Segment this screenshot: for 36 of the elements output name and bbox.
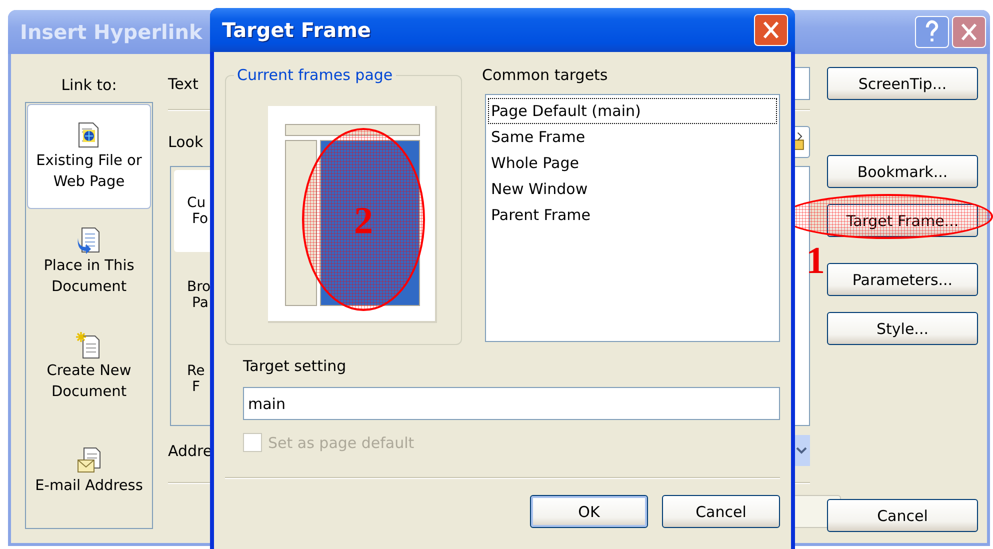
callout-number: 1 <box>806 242 825 280</box>
dialog-button[interactable]: Style... <box>827 312 978 345</box>
link-to-item[interactable]: Place in This Document <box>27 209 151 314</box>
field-label: Target setting <box>243 357 348 375</box>
ok-button[interactable]: OK <box>530 495 648 528</box>
dialog-button[interactable]: Target Frame... <box>827 204 978 237</box>
close-icon[interactable] <box>952 16 986 48</box>
field-label: Addre <box>168 442 214 460</box>
dialog-button[interactable]: Bookmark... <box>827 155 978 188</box>
link-to-label: Link to: <box>60 74 118 96</box>
target-setting-field[interactable]: main <box>243 387 780 420</box>
field-label: Look <box>168 133 204 151</box>
document-arrow-icon <box>76 226 102 254</box>
checkbox-label: Set as page default <box>268 434 414 452</box>
window-title: Target Frame <box>222 18 371 42</box>
field-label: Text <box>168 74 200 92</box>
target-option[interactable]: Whole Page <box>488 150 777 176</box>
target-option[interactable]: Same Frame <box>488 124 777 150</box>
new-document-icon <box>76 330 102 358</box>
callout-number: 2 <box>354 202 373 240</box>
link-to-item[interactable]: E-mail Address <box>27 419 151 524</box>
dialog-button[interactable]: Parameters... <box>827 263 978 296</box>
close-icon[interactable] <box>754 14 788 46</box>
window-title: Insert Hyperlink <box>20 20 202 44</box>
dialog-button[interactable]: ScreenTip... <box>827 67 978 100</box>
envelope-document-icon <box>76 446 102 474</box>
target-option[interactable]: Parent Frame <box>488 202 777 228</box>
group-label: Current frames page <box>236 66 394 84</box>
list-label: Common targets <box>482 66 609 84</box>
cancel-button[interactable]: Cancel <box>662 495 780 528</box>
target-option[interactable]: New Window <box>488 176 777 202</box>
link-to-item[interactable]: Create New Document <box>27 314 151 419</box>
target-option[interactable]: Page Default (main) <box>488 98 777 124</box>
help-icon[interactable] <box>915 16 949 48</box>
cancel-button[interactable]: Cancel <box>827 499 978 532</box>
link-to-item[interactable]: Existing File or Web Page <box>27 104 151 209</box>
